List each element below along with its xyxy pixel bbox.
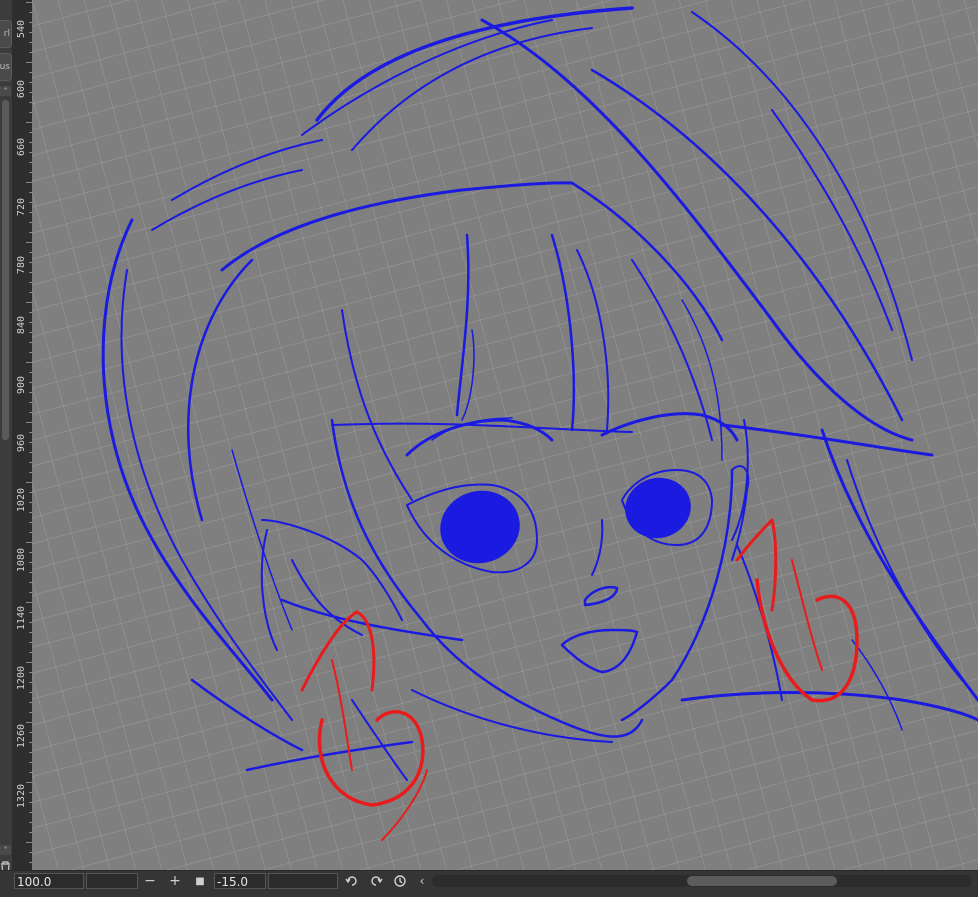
chevron-left-icon[interactable]: ‹ bbox=[412, 872, 432, 890]
horizontal-scrollbar-thumb[interactable] bbox=[687, 876, 837, 886]
ruler-label: 720 bbox=[16, 198, 27, 217]
ruler-label: 900 bbox=[16, 376, 27, 395]
zoom-input[interactable]: 100.0 bbox=[14, 873, 84, 889]
ruler-label: 1020 bbox=[16, 488, 27, 513]
panel-tab-label: rl bbox=[3, 29, 10, 39]
drawing-canvas[interactable] bbox=[32, 0, 978, 870]
bottom-status-bar: 100.0 − + ■ -15.0 ‹ bbox=[0, 870, 978, 897]
reset-rotation-icon[interactable] bbox=[390, 872, 410, 890]
rotate-left-icon[interactable] bbox=[342, 872, 362, 890]
ruler-label: 600 bbox=[16, 80, 27, 99]
left-panel-strip: rl us ˄ ˅ bbox=[0, 0, 12, 876]
panel-tab-label: us bbox=[0, 62, 10, 72]
chevron-up-icon[interactable]: ˄ bbox=[0, 86, 11, 96]
ruler-label: 1140 bbox=[16, 606, 27, 631]
ruler-label: 840 bbox=[16, 316, 27, 335]
zoom-reset-button[interactable]: ■ bbox=[190, 872, 210, 890]
ruler-label: 960 bbox=[16, 434, 27, 453]
ruler-label: 660 bbox=[16, 138, 27, 157]
chevron-down-icon[interactable]: ˅ bbox=[0, 845, 11, 855]
panel-tab-1[interactable]: rl bbox=[0, 20, 12, 48]
zoom-out-button[interactable]: − bbox=[140, 872, 160, 890]
ruler-label: 780 bbox=[16, 256, 27, 275]
horizontal-scrollbar[interactable] bbox=[432, 875, 972, 887]
zoom-in-button[interactable]: + bbox=[165, 872, 185, 890]
vertical-ruler: 540 600 660 720 780 840 900 960 1020 108… bbox=[12, 0, 33, 870]
rotation-slider-field[interactable] bbox=[268, 873, 338, 889]
panel-scrollbar[interactable] bbox=[2, 100, 9, 440]
ruler-label: 1200 bbox=[16, 666, 27, 691]
canvas-grid bbox=[32, 0, 978, 870]
panel-tab-2[interactable]: us bbox=[0, 53, 12, 81]
zoom-slider-field[interactable] bbox=[86, 873, 138, 889]
rotation-input[interactable]: -15.0 bbox=[214, 873, 266, 889]
ruler-label: 1260 bbox=[16, 724, 27, 749]
canvas-artwork bbox=[32, 0, 978, 870]
ruler-label: 1080 bbox=[16, 548, 27, 573]
rotate-right-icon[interactable] bbox=[366, 872, 386, 890]
ruler-label: 540 bbox=[16, 20, 27, 39]
ruler-label: 1320 bbox=[16, 784, 27, 809]
